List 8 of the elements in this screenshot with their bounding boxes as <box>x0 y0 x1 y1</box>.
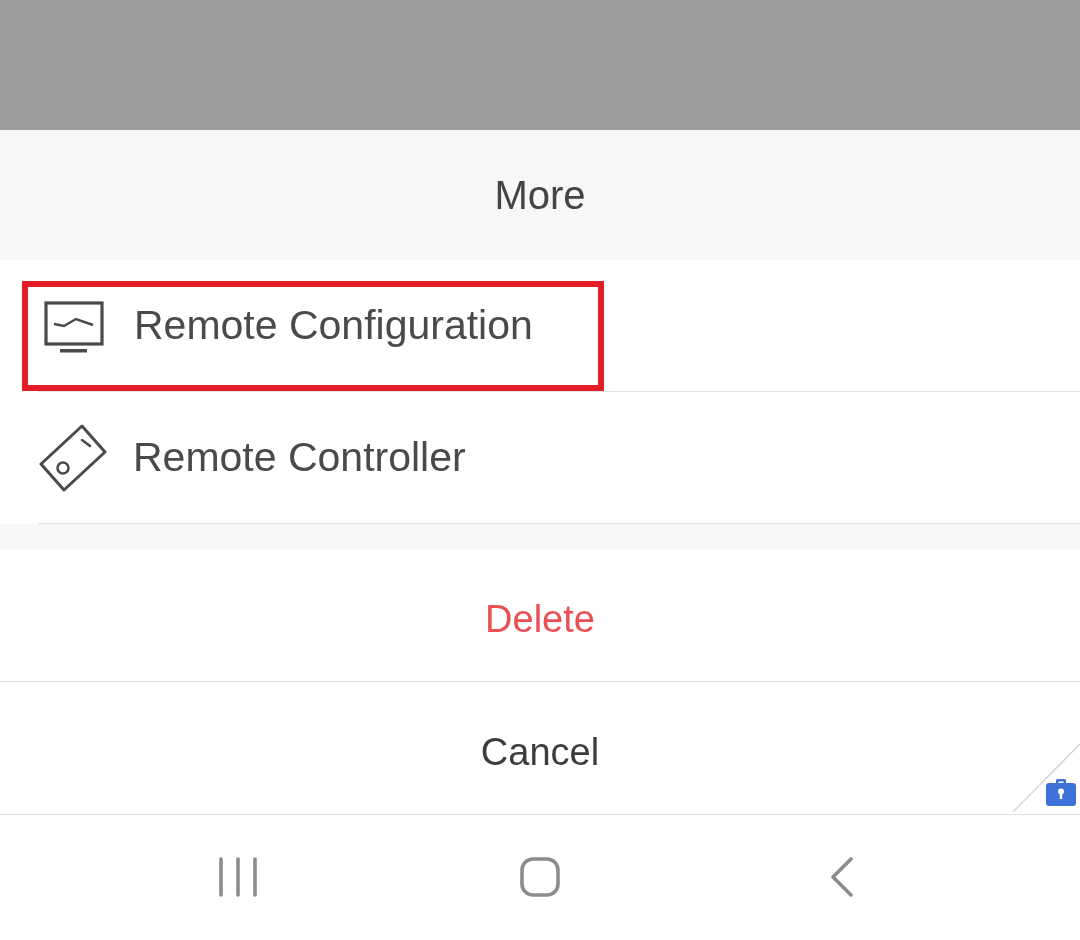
recents-icon <box>219 857 257 897</box>
corner-line <box>1013 744 1080 812</box>
remote-control-icon <box>39 423 107 492</box>
back-icon <box>831 857 853 897</box>
home-icon <box>520 857 560 897</box>
monitor-icon <box>44 300 104 355</box>
sheet-title: More <box>0 130 1080 260</box>
briefcase-lock-icon <box>1046 778 1076 806</box>
